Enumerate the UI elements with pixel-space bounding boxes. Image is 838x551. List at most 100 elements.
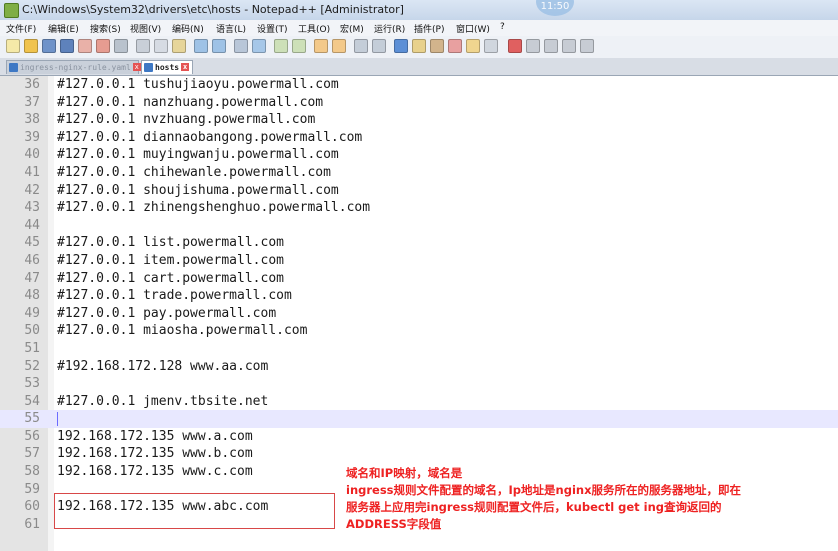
code-line: 47 #127.0.0.1 cart.powermall.com [0, 270, 838, 288]
zoom-in-icon[interactable] [274, 39, 288, 53]
code-line: 51 [0, 340, 838, 358]
toolbar [0, 36, 838, 59]
menu-encoding[interactable]: 编码(N) [172, 22, 204, 35]
close-icon[interactable] [78, 39, 92, 53]
close-tab-icon[interactable]: x [181, 63, 190, 71]
code-line: 36 #127.0.0.1 tushujiaoyu.powermall.com [0, 76, 838, 94]
line-number: 45 [24, 235, 40, 251]
line-number: 53 [24, 376, 40, 392]
monitor-icon[interactable] [484, 39, 498, 53]
menu-tools[interactable]: 工具(O) [298, 22, 330, 35]
menu-window[interactable]: 窗口(W) [456, 22, 490, 35]
function-list-icon[interactable] [448, 39, 462, 53]
current-code-line: 55 [0, 410, 838, 428]
line-number: 56 [24, 428, 40, 444]
word-wrap-icon[interactable] [354, 39, 368, 53]
line-number: 49 [24, 305, 40, 321]
menu-run[interactable]: 运行(R) [374, 22, 405, 35]
code-line: 53 [0, 375, 838, 393]
code-line: 54 #127.0.0.1 jmenv.tbsite.net [0, 393, 838, 411]
save-macro-icon[interactable] [580, 39, 594, 53]
menu-search[interactable]: 搜索(S) [90, 22, 121, 35]
line-number: 59 [24, 481, 40, 497]
save-all-icon[interactable] [60, 39, 74, 53]
stop-macro-icon[interactable] [526, 39, 540, 53]
line-number: 46 [24, 252, 40, 268]
folder-workspace-icon[interactable] [466, 39, 480, 53]
line-number: 36 [24, 77, 40, 92]
code-line: 40 #127.0.0.1 muyingwanju.powermall.com [0, 146, 838, 164]
find-icon[interactable] [234, 39, 248, 53]
tab-ingress-yaml[interactable]: ingress-nginx-rule.yaml x [6, 60, 141, 74]
replace-icon[interactable] [252, 39, 266, 53]
new-file-icon[interactable] [6, 39, 20, 53]
code-line: 42 #127.0.0.1 shoujishuma.powermall.com [0, 182, 838, 200]
annotation-line: 域名和IP映射，域名是 [346, 466, 463, 480]
menu-settings[interactable]: 设置(T) [257, 22, 288, 35]
line-number: 43 [24, 200, 40, 216]
menu-edit[interactable]: 编辑(E) [48, 22, 79, 35]
line-text: #127.0.0.1 chihewanle.powermall.com [57, 164, 331, 180]
code-line: 43 #127.0.0.1 zhinengshenghuo.powermall.c… [0, 199, 838, 217]
copy-icon[interactable] [154, 39, 168, 53]
code-line: 45 #127.0.0.1 list.powermall.com [0, 234, 838, 252]
close-tab-icon[interactable]: x [132, 63, 141, 71]
play-macro-icon[interactable] [544, 39, 558, 53]
line-number: 47 [24, 270, 40, 286]
redo-icon[interactable] [212, 39, 226, 53]
undo-icon[interactable] [194, 39, 208, 53]
paste-icon[interactable] [172, 39, 186, 53]
line-text: 192.168.172.135 www.b.com [57, 446, 253, 462]
line-number: 41 [24, 164, 40, 180]
menu-help[interactable]: ? [500, 22, 505, 32]
save-icon[interactable] [42, 39, 56, 53]
line-text: 192.168.172.135 www.a.com [57, 428, 253, 444]
annotation-line: ADDRESS字段值 [346, 517, 442, 531]
code-line: 38 #127.0.0.1 nvzhuang.powermall.com [0, 111, 838, 129]
line-text: #127.0.0.1 pay.powermall.com [57, 305, 277, 321]
line-number: 52 [24, 358, 40, 374]
file-icon [9, 63, 18, 72]
line-number: 42 [24, 182, 40, 198]
line-text: #127.0.0.1 nanzhuang.powermall.com [57, 94, 324, 110]
show-all-icon[interactable] [372, 39, 386, 53]
code-line: 49 #127.0.0.1 pay.powermall.com [0, 305, 838, 323]
indent-guide-icon[interactable] [394, 39, 408, 53]
menu-plugins[interactable]: 插件(P) [414, 22, 444, 35]
run-macro-icon[interactable] [562, 39, 576, 53]
sync-v-icon[interactable] [314, 39, 328, 53]
record-macro-icon[interactable] [508, 39, 522, 53]
zoom-out-icon[interactable] [292, 39, 306, 53]
tab-hosts[interactable]: hosts x [141, 60, 193, 74]
line-number: 40 [24, 147, 40, 163]
notepadpp-app-icon [4, 3, 19, 18]
menu-language[interactable]: 语言(L) [216, 22, 246, 35]
file-icon [144, 63, 153, 72]
menu-view[interactable]: 视图(V) [130, 22, 161, 35]
title-bar: C:\Windows\System32\drivers\etc\hosts - … [0, 0, 838, 21]
menu-macro[interactable]: 宏(M) [340, 22, 364, 35]
cut-icon[interactable] [136, 39, 150, 53]
annotation-line: ingress规则文件配置的域名，Ip地址是nginx服务所在的服务器地址，即在 [346, 483, 741, 497]
line-text: #127.0.0.1 list.powermall.com [57, 235, 284, 251]
line-text: #127.0.0.1 diannaobangong.powermall.com [57, 129, 363, 145]
line-number: 61 [24, 516, 40, 532]
line-text: #192.168.172.128 www.aa.com [57, 358, 269, 374]
annotation-highlight-box [54, 493, 335, 529]
line-text: #127.0.0.1 trade.powermall.com [57, 288, 292, 304]
code-line: 57 192.168.172.135 www.b.com [0, 445, 838, 463]
code-line: 37 #127.0.0.1 nanzhuang.powermall.com [0, 94, 838, 112]
line-text: #127.0.0.1 item.powermall.com [57, 252, 284, 268]
sync-h-icon[interactable] [332, 39, 346, 53]
text-caret [57, 412, 58, 427]
udl-icon[interactable] [412, 39, 426, 53]
doc-map-icon[interactable] [430, 39, 444, 53]
open-file-icon[interactable] [24, 39, 38, 53]
line-text: #127.0.0.1 miaosha.powermall.com [57, 323, 308, 339]
line-number: 51 [24, 340, 40, 356]
close-all-icon[interactable] [96, 39, 110, 53]
print-icon[interactable] [114, 39, 128, 53]
code-line: 44 [0, 217, 838, 235]
code-line: 50 #127.0.0.1 miaosha.powermall.com [0, 322, 838, 340]
menu-file[interactable]: 文件(F) [6, 22, 36, 35]
